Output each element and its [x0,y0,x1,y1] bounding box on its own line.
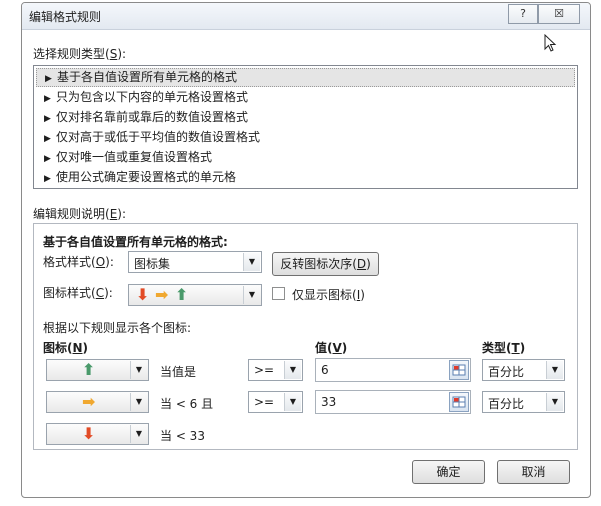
range-select-icon[interactable] [449,392,469,412]
icon-rule-3-select[interactable]: ⬇ ▼ [46,423,149,445]
green-up-arrow-icon: ⬆ [82,360,96,379]
ok-button[interactable]: 确定 [412,460,485,484]
icon-rule-3-condition: 当 < 33 [160,429,205,443]
list-item[interactable]: ▶ 只为包含以下内容的单元格设置格式 [36,88,575,107]
format-style-label: 格式样式(O): [43,255,114,269]
bullet-icon: ▶ [44,174,51,184]
show-icon-only-label: 仅显示图标(I) [292,288,365,302]
list-item[interactable]: ▶ 基于各自值设置所有单元格的格式 [36,68,575,87]
title-bar: 编辑格式规则 ? ☒ [22,3,590,30]
list-item[interactable]: ▶ 使用公式确定要设置格式的单元格 [36,168,575,187]
list-item[interactable]: ▶ 仅对排名靠前或靠后的数值设置格式 [36,108,575,127]
icon-style-label: 图标样式(C): [43,286,113,300]
rule-description-label: 编辑规则说明(E): [33,207,127,221]
chevron-down-icon: ▼ [130,393,147,411]
rule-description-group: 基于各自值设置所有单元格的格式: 格式样式(O): 图标集 ▼ 反转图标次序(D… [33,223,578,450]
column-header-value: 值(V) [315,341,348,355]
icon-rule-2-select[interactable]: ➡ ▼ [46,391,149,413]
list-item[interactable]: ▶ 仅对唯一值或重复值设置格式 [36,148,575,167]
icon-rule-1-condition: 当值是 [160,365,197,379]
icon-rule-2-operator-select[interactable]: >= ▼ [248,391,303,413]
rules-caption: 根据以下规则显示各个图标: [43,321,192,335]
red-down-arrow-icon: ⬇ [82,424,96,443]
bullet-icon: ▶ [44,114,51,124]
dialog-title: 编辑格式规则 [29,10,102,24]
rule-type-list[interactable]: ▶ 基于各自值设置所有单元格的格式 ▶ 只为包含以下内容的单元格设置格式 ▶ 仅对排名… [33,65,578,189]
list-item[interactable]: ▶ 仅对高于或低于平均值的数值设置格式 [36,128,575,147]
cancel-button[interactable]: 取消 [497,460,570,484]
format-style-select[interactable]: 图标集 ▼ [128,251,262,273]
chevron-down-icon: ▼ [243,286,260,304]
chevron-down-icon: ▼ [284,393,301,411]
reverse-icon-order-button[interactable]: 反转图标次序(D) [272,252,379,276]
icon-rule-1-operator-select[interactable]: >= ▼ [248,359,303,381]
icon-rule-2-value-input[interactable]: 33 [315,390,471,414]
chevron-down-icon: ▼ [243,253,260,271]
chevron-down-icon: ▼ [546,393,563,411]
yellow-right-arrow-icon: ➡ [155,285,169,304]
icon-style-select[interactable]: ⬇ ➡ ⬆ ▼ [128,284,262,306]
edit-format-rule-dialog: 编辑格式规则 ? ☒ 选择规则类型(S): ▶ 基于各自值设置所有单元格的格式 ▶… [21,2,591,498]
column-header-type: 类型(T) [482,341,526,355]
bullet-icon: ▶ [45,74,52,84]
yellow-right-arrow-icon: ➡ [82,392,96,411]
close-button[interactable]: ☒ [538,4,580,24]
chevron-down-icon: ▼ [284,361,301,379]
icon-rule-1-select[interactable]: ⬆ ▼ [46,359,149,381]
mouse-cursor-icon [544,34,557,52]
bullet-icon: ▶ [44,154,51,164]
green-up-arrow-icon: ⬆ [175,285,189,304]
rule-type-label: 选择规则类型(S): [33,47,127,61]
icon-rule-2-type-select[interactable]: 百分比 ▼ [482,391,565,413]
help-button[interactable]: ? [508,4,538,24]
show-icon-only-checkbox[interactable] [272,287,285,300]
range-select-icon[interactable] [449,360,469,380]
column-header-icon: 图标(N) [43,341,89,355]
red-down-arrow-icon: ⬇ [136,285,150,304]
chevron-down-icon: ▼ [130,425,147,443]
description-heading: 基于各自值设置所有单元格的格式: [43,235,228,249]
chevron-down-icon: ▼ [546,361,563,379]
bullet-icon: ▶ [44,134,51,144]
chevron-down-icon: ▼ [130,361,147,379]
bullet-icon: ▶ [44,94,51,104]
icon-rule-2-condition: 当 < 6 且 [160,397,214,411]
icon-rule-1-value-input[interactable]: 6 [315,358,471,382]
icon-rule-1-type-select[interactable]: 百分比 ▼ [482,359,565,381]
